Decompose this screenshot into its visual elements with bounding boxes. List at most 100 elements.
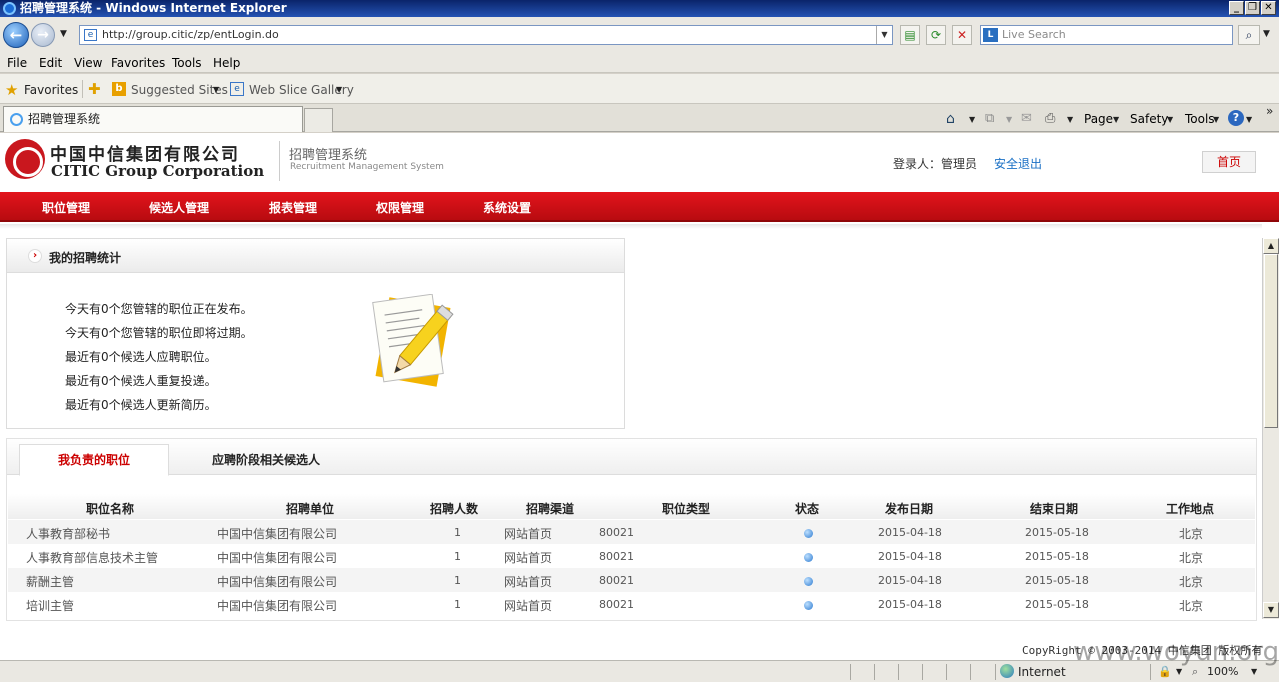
tab-my-positions[interactable]: 我负责的职位: [19, 444, 169, 476]
safety-menu[interactable]: Safety: [1130, 112, 1168, 126]
col-location: 工作地点: [1166, 502, 1215, 516]
protected-mode-dropdown-icon[interactable]: ▼: [1176, 667, 1182, 676]
search-icon[interactable]: ⌕: [1238, 25, 1260, 45]
cell-type: 80021: [599, 598, 634, 611]
favorites-bar: ★ Favorites ✚ b Suggested Sites ▼ e Web …: [0, 74, 1279, 104]
history-dropdown-icon[interactable]: ▼: [60, 29, 67, 39]
cell-position-name[interactable]: 培训主管: [26, 597, 74, 614]
minimize-icon[interactable]: _: [1229, 1, 1244, 15]
favbar-divider: [82, 80, 83, 98]
table-row[interactable]: 培训主管 中国中信集团有限公司 1 网站首页 80021 2015-04-18 …: [8, 592, 1255, 616]
cell-position-name[interactable]: 人事教育部秘书: [26, 525, 110, 542]
system-name-cn: 招聘管理系统: [289, 148, 368, 163]
menu-view[interactable]: View: [74, 56, 102, 70]
cell-publish-date: 2015-04-18: [878, 574, 942, 587]
page-scrollbar[interactable]: ▲ ▼: [1262, 238, 1279, 619]
tools-menu[interactable]: Tools: [1185, 112, 1215, 126]
address-toolbar: ← → ▼ e http://group.citic/zp/entLogin.d…: [0, 17, 1279, 53]
address-url: http://group.citic/zp/entLogin.do: [102, 28, 279, 41]
recruitment-stats-panel: › 我的招聘统计 今天有0个您管辖的职位正在发布。 今天有0个您管辖的职位即将过…: [6, 238, 625, 429]
favorites-star-icon: ★: [5, 81, 19, 99]
home-dropdown-icon[interactable]: ▼: [969, 115, 975, 124]
menu-help[interactable]: Help: [213, 56, 240, 70]
mail-icon[interactable]: ✉: [1021, 111, 1037, 126]
jobs-tabbar: 我负责的职位 应聘阶段相关候选人: [7, 439, 1256, 476]
cell-headcount: 1: [454, 574, 461, 587]
cell-type: 80021: [599, 526, 634, 539]
chevron-more-icon[interactable]: »: [1266, 104, 1273, 118]
nav-report-management[interactable]: 报表管理: [269, 199, 317, 216]
cell-position-name[interactable]: 薪酬主管: [26, 573, 74, 590]
stats-header: › 我的招聘统计: [7, 239, 624, 273]
ie-logo-icon: [3, 2, 16, 15]
cell-position-name[interactable]: 人事教育部信息技术主管: [26, 549, 158, 566]
tab-ie-icon: [10, 113, 23, 126]
table-row[interactable]: 人事教育部秘书 中国中信集团有限公司 1 网站首页 80021 2015-04-…: [8, 520, 1255, 544]
suggested-sites-icon: b: [112, 82, 126, 96]
suggested-dropdown-icon[interactable]: ▼: [213, 85, 219, 94]
notepad-pencil-icon: [372, 294, 454, 387]
main-nav: 职位管理 候选人管理 报表管理 权限管理 系统设置: [0, 192, 1279, 222]
tools-dropdown-icon: ▼: [1213, 115, 1220, 124]
page-menu[interactable]: Page: [1084, 112, 1113, 126]
menu-edit[interactable]: Edit: [39, 56, 62, 70]
jobs-panel: 我负责的职位 应聘阶段相关候选人 职位名称 招聘单位 招聘人数 招聘渠道 职位类…: [6, 438, 1257, 621]
feeds-icon[interactable]: ⧉: [985, 111, 1001, 126]
stop-icon[interactable]: ✕: [952, 25, 972, 45]
page-icon: e: [84, 29, 97, 41]
stat-line: 今天有0个您管辖的职位即将过期。: [65, 326, 253, 340]
scroll-up-icon[interactable]: ▲: [1263, 238, 1279, 254]
scroll-down-icon[interactable]: ▼: [1263, 602, 1279, 618]
menu-favorites[interactable]: Favorites: [111, 56, 165, 70]
restore-icon[interactable]: ❐: [1245, 1, 1260, 15]
status-divider: [922, 664, 923, 680]
tab-stage-candidates[interactable]: 应聘阶段相关候选人: [212, 451, 320, 468]
logout-link[interactable]: 安全退出: [994, 155, 1042, 172]
table-row[interactable]: 人事教育部信息技术主管 中国中信集团有限公司 1 网站首页 80021 2015…: [8, 544, 1255, 568]
status-divider: [898, 664, 899, 680]
window-titlebar: 招聘管理系统 - Windows Internet Explorer _ ❐ ✕: [0, 0, 1279, 17]
home-button[interactable]: 首页: [1202, 151, 1256, 173]
nav-position-management[interactable]: 职位管理: [42, 199, 90, 216]
page-dropdown-icon: ▼: [1113, 115, 1120, 124]
status-dot-icon: [804, 577, 813, 586]
nav-candidate-management[interactable]: 候选人管理: [149, 199, 209, 216]
menu-tools[interactable]: Tools: [172, 56, 202, 70]
safety-dropdown-icon: ▼: [1167, 115, 1174, 124]
scroll-thumb[interactable]: [1264, 254, 1278, 428]
cell-end-date: 2015-05-18: [1025, 550, 1089, 563]
nav-system-settings[interactable]: 系统设置: [483, 199, 531, 216]
cell-publish-date: 2015-04-18: [878, 550, 942, 563]
menu-file[interactable]: File: [7, 56, 27, 70]
webslice-dropdown-icon[interactable]: ▼: [336, 85, 342, 94]
table-row[interactable]: 薪酬主管 中国中信集团有限公司 1 网站首页 80021 2015-04-18 …: [8, 568, 1255, 592]
zoom-dropdown-icon[interactable]: ▼: [1251, 667, 1257, 676]
address-input[interactable]: e http://group.citic/zp/entLogin.do ▼: [79, 25, 893, 45]
print-dropdown-icon[interactable]: ▼: [1067, 115, 1073, 124]
home-icon[interactable]: ⌂: [946, 111, 962, 127]
back-button[interactable]: ←: [3, 22, 29, 48]
search-options-icon[interactable]: ▼: [1263, 29, 1270, 39]
print-icon[interactable]: ⎙: [1045, 111, 1061, 126]
favorites-button[interactable]: Favorites: [24, 83, 78, 97]
watermark-text: www.woyun.org: [1073, 637, 1279, 667]
forward-button[interactable]: →: [31, 23, 55, 47]
cell-headcount: 1: [454, 598, 461, 611]
address-dropdown-icon[interactable]: ▼: [876, 26, 892, 44]
close-icon[interactable]: ✕: [1261, 1, 1276, 15]
refresh-icon[interactable]: ⟳: [926, 25, 946, 45]
compatibility-icon[interactable]: ▤: [900, 25, 920, 45]
search-input[interactable]: L Live Search: [980, 25, 1233, 45]
chevron-right-icon: ›: [28, 249, 42, 263]
web-page: 中国中信集团有限公司 CITIC Group Corporation 招聘管理系…: [0, 133, 1279, 660]
help-icon[interactable]: ?: [1228, 110, 1244, 126]
col-position-name: 职位名称: [86, 502, 135, 516]
help-dropdown-icon[interactable]: ▼: [1246, 115, 1252, 124]
browser-tab[interactable]: 招聘管理系统: [3, 106, 303, 132]
new-tab-button[interactable]: [304, 108, 333, 132]
cell-location: 北京: [1179, 527, 1204, 541]
zoom-icon[interactable]: ⌕: [1192, 665, 1198, 679]
feeds-dropdown-icon[interactable]: ▼: [1006, 115, 1012, 124]
add-favorite-icon[interactable]: ✚: [88, 80, 101, 98]
nav-permission-management[interactable]: 权限管理: [376, 199, 424, 216]
